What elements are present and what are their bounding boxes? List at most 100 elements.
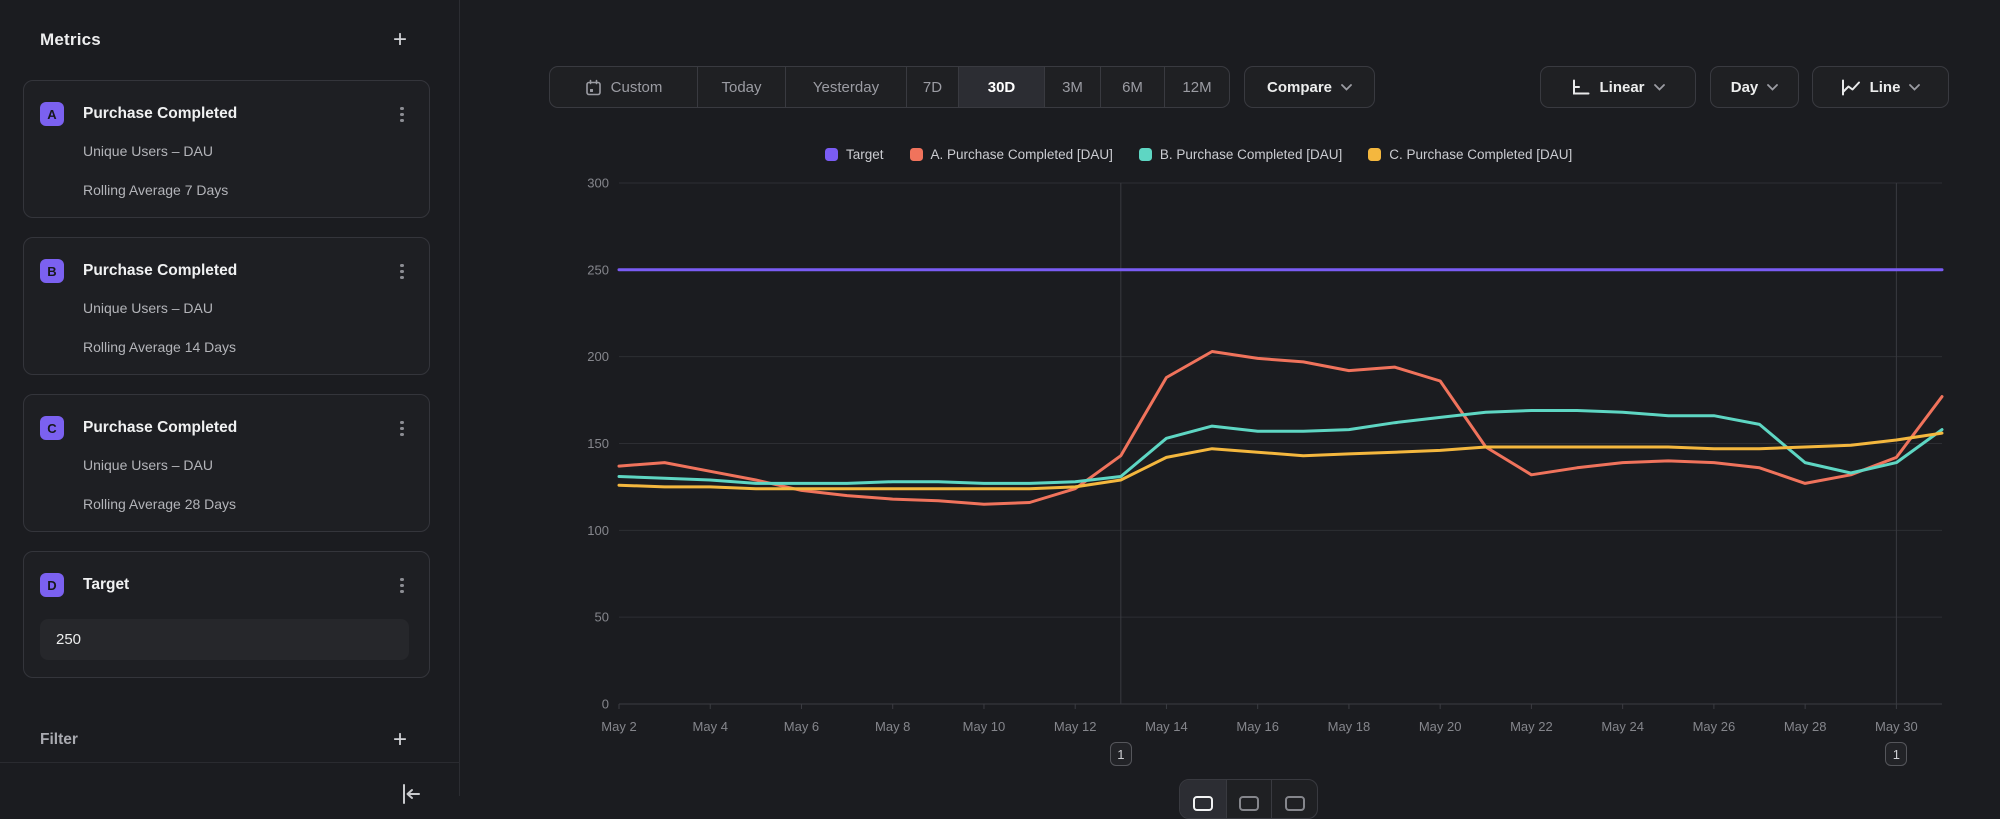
chart-type-selector-button[interactable]: Line — [1812, 66, 1949, 108]
metric-card-header: A Purchase Completed — [40, 102, 409, 126]
kebab-menu-icon[interactable] — [395, 106, 409, 122]
legend-label: A. Purchase Completed [DAU] — [931, 147, 1113, 162]
metric-card: CPurchase CompletedUnique Users – DAURol… — [23, 394, 430, 532]
date-range-control: Custom Today Yesterday 7D 30D 3M 6M12M — [549, 66, 1230, 108]
chevron-down-icon — [1654, 84, 1665, 91]
date-range-label: 3M — [1062, 79, 1083, 96]
svg-text:May 6: May 6 — [784, 719, 819, 734]
line-chart-icon — [1841, 79, 1861, 96]
date-range-3m[interactable]: 3M — [1044, 67, 1100, 107]
annotation-badge[interactable]: 1 — [1110, 742, 1132, 766]
add-filter-button[interactable]: + — [393, 730, 407, 750]
legend-label: Target — [846, 147, 884, 162]
compare-button[interactable]: Compare — [1244, 66, 1375, 108]
legend-swatch — [825, 148, 838, 161]
svg-text:May 18: May 18 — [1328, 719, 1371, 734]
add-metric-button[interactable]: + — [393, 30, 407, 50]
metric-transform: Rolling Average 7 Days — [83, 181, 409, 199]
metric-letter-badge: A — [40, 102, 64, 126]
metric-measure: Unique Users – DAU — [83, 456, 409, 474]
svg-text:0: 0 — [602, 697, 609, 712]
table-view-icon — [1239, 796, 1259, 811]
date-range-7d[interactable]: 7D — [906, 67, 958, 107]
svg-text:250: 250 — [587, 262, 609, 277]
target-card: D Target — [23, 551, 430, 678]
svg-text:May 14: May 14 — [1145, 719, 1188, 734]
svg-text:May 8: May 8 — [875, 719, 910, 734]
legend-swatch — [1368, 148, 1381, 161]
view-toggle-table-view[interactable] — [1226, 780, 1272, 818]
metric-title: Purchase Completed — [83, 105, 395, 123]
svg-text:May 28: May 28 — [1784, 719, 1827, 734]
svg-text:May 10: May 10 — [963, 719, 1006, 734]
compare-label: Compare — [1267, 79, 1332, 96]
granularity-selector-button[interactable]: Day — [1710, 66, 1799, 108]
legend-item[interactable]: Target — [825, 147, 884, 162]
date-range-label: 30D — [988, 79, 1016, 96]
annotation-badge[interactable]: 1 — [1885, 742, 1907, 766]
date-range-label: Yesterday — [813, 79, 879, 96]
filter-section-header: Filter + — [40, 730, 407, 750]
sidebar-divider — [0, 762, 460, 763]
legend-item[interactable]: C. Purchase Completed [DAU] — [1368, 147, 1572, 162]
date-range-label: 7D — [923, 79, 942, 96]
legend-swatch — [910, 148, 923, 161]
line-chart: 0 50 100 150 200 250 300 May 2 May 4 May 6 May 8 Ma… — [461, 170, 2000, 796]
view-toggle-card-view[interactable] — [1271, 780, 1317, 818]
date-range-today[interactable]: Today — [697, 67, 785, 107]
svg-text:May 2: May 2 — [601, 719, 636, 734]
chart-legend: Target A. Purchase Completed [DAU] B. Purc… — [825, 147, 1572, 162]
date-range-12m[interactable]: 12M — [1164, 67, 1229, 107]
chevron-down-icon — [1767, 84, 1778, 91]
metric-letter-badge: B — [40, 259, 64, 283]
report-main: Custom Today Yesterday 7D 30D 3M 6M12M Compare… — [461, 0, 2000, 796]
metric-card-header: B Purchase Completed — [40, 259, 409, 283]
collapse-sidebar-icon[interactable] — [398, 782, 422, 806]
legend-label: C. Purchase Completed [DAU] — [1389, 147, 1572, 162]
filter-section-title: Filter — [40, 731, 78, 749]
metric-measure: Unique Users – DAU — [83, 142, 409, 160]
legend-swatch — [1139, 148, 1152, 161]
kebab-menu-icon[interactable] — [395, 420, 409, 436]
granularity-label: Day — [1731, 79, 1759, 96]
chevron-down-icon — [1909, 84, 1920, 91]
svg-text:300: 300 — [587, 176, 609, 191]
metric-card-list: A Purchase Completed Unique Users – DAU Rol… — [23, 80, 430, 697]
metric-transform: Rolling Average 28 Days — [83, 495, 409, 513]
line-view-icon — [1193, 796, 1213, 811]
target-value-input[interactable] — [40, 619, 409, 660]
legend-label: B. Purchase Completed [DAU] — [1160, 147, 1342, 162]
svg-text:150: 150 — [587, 436, 609, 451]
chart-svg: 0 50 100 150 200 250 300 May 2 May 4 May 6 May 8 Ma… — [461, 170, 2000, 796]
linear-scale-icon — [1571, 79, 1590, 96]
metrics-section-title: Metrics — [40, 30, 101, 50]
scale-label: Linear — [1599, 79, 1644, 96]
metric-title: Purchase Completed — [83, 262, 395, 280]
date-range-label: Today — [721, 79, 761, 96]
kebab-menu-icon[interactable] — [395, 577, 409, 593]
view-toggle-line-view[interactable] — [1180, 780, 1226, 818]
metric-card-slot: A Purchase Completed Unique Users – DAU Rol… — [23, 80, 430, 532]
svg-text:May 24: May 24 — [1601, 719, 1644, 734]
svg-text:May 4: May 4 — [693, 719, 728, 734]
legend-item[interactable]: A. Purchase Completed [DAU] — [910, 147, 1113, 162]
legend-item[interactable]: B. Purchase Completed [DAU] — [1139, 147, 1342, 162]
svg-text:May 16: May 16 — [1236, 719, 1279, 734]
date-range-30d[interactable]: 30D — [958, 67, 1044, 107]
date-range-6m[interactable]: 6M — [1100, 67, 1164, 107]
date-range-label: Custom — [611, 79, 663, 96]
svg-text:100: 100 — [587, 523, 609, 538]
metric-transform: Rolling Average 14 Days — [83, 338, 409, 356]
metric-measure: Unique Users – DAU — [83, 299, 409, 317]
metric-letter-badge: C — [40, 416, 64, 440]
scale-selector-button[interactable]: Linear — [1540, 66, 1696, 108]
svg-text:50: 50 — [595, 610, 609, 625]
metrics-section-header: Metrics + — [40, 30, 407, 50]
date-range-yesterday[interactable]: Yesterday — [785, 67, 906, 107]
kebab-menu-icon[interactable] — [395, 263, 409, 279]
svg-text:200: 200 — [587, 349, 609, 364]
date-range-custom[interactable]: Custom — [550, 67, 697, 107]
calendar-icon — [585, 79, 602, 96]
target-card-title: Target — [83, 576, 395, 594]
metric-card: B Purchase Completed Unique Users – DAU Rol… — [23, 237, 430, 375]
